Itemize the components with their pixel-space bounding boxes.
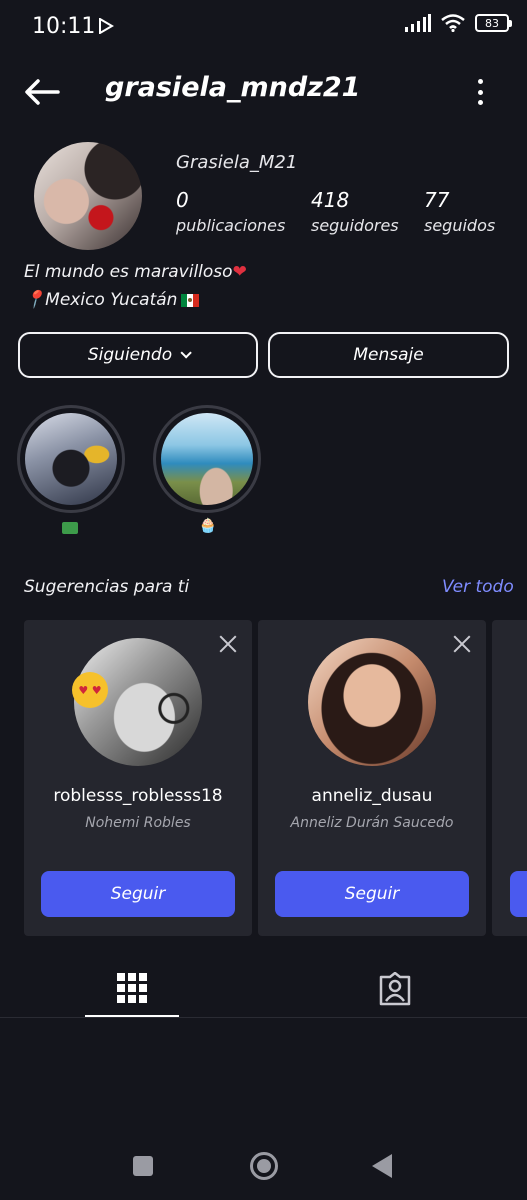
bio-line-2: 📍Mexico Yucatán <box>24 290 200 310</box>
heart-eyes-emoji-icon: ♥ ♥ <box>72 672 108 708</box>
suggestion-avatar[interactable] <box>308 638 436 766</box>
home-icon[interactable] <box>250 1152 278 1180</box>
back-icon[interactable] <box>372 1154 392 1178</box>
money-emoji: 💵 <box>62 522 78 534</box>
stat-following[interactable]: 77 seguidos <box>424 188 495 235</box>
following-button[interactable]: Siguiendo <box>18 332 258 378</box>
suggestion-username[interactable]: roblesss_roblesss18 <box>24 786 252 806</box>
mexico-flag-icon <box>181 293 200 307</box>
see-all-link[interactable]: Ver todo <box>442 577 514 597</box>
suggestion-card[interactable]: anneliz_dusau Anneliz Durán Saucedo Segu… <box>258 620 486 936</box>
stat-following-label: seguidos <box>424 216 496 235</box>
story-highlight-image <box>161 413 253 505</box>
signal-icon <box>405 14 431 32</box>
message-button[interactable]: Mensaje <box>268 332 509 378</box>
tab-tagged[interactable] <box>348 960 442 1018</box>
stat-following-value: 77 <box>424 188 450 212</box>
follow-button[interactable]: Seguir <box>275 871 469 917</box>
more-options-icon[interactable] <box>468 76 492 108</box>
story-highlight[interactable] <box>17 405 125 513</box>
back-arrow-icon[interactable] <box>22 76 62 108</box>
heart-emoji: ❤ <box>232 262 247 282</box>
close-icon[interactable] <box>218 634 238 654</box>
grid-icon <box>117 972 147 1003</box>
status-icons: 83 <box>405 14 512 32</box>
stat-posts-value: 0 <box>176 188 189 212</box>
message-button-label: Mensaje <box>353 345 424 365</box>
profile-avatar[interactable] <box>34 142 142 250</box>
suggestions-title: Sugerencias para ti <box>24 577 190 597</box>
follow-button[interactable]: Seguir <box>41 871 235 917</box>
story-highlight[interactable] <box>153 405 261 513</box>
status-time: 10:11 <box>32 14 96 39</box>
following-button-label: Siguiendo <box>87 345 173 365</box>
chevron-down-icon <box>180 347 192 359</box>
bio-location: Mexico Yucatán <box>45 290 178 310</box>
stat-followers[interactable]: 418 seguidores <box>311 188 399 235</box>
recent-apps-icon[interactable] <box>133 1156 153 1176</box>
bio-text: El mundo es maravilloso <box>24 262 233 282</box>
wifi-icon <box>441 14 465 32</box>
tab-posts-grid[interactable] <box>85 960 179 1018</box>
story-highlight-image <box>25 413 117 505</box>
bio-line-1: El mundo es maravilloso❤ <box>24 262 247 282</box>
display-name: Grasiela_M21 <box>176 152 298 173</box>
suggestion-username[interactable]: anneliz_dusau <box>258 786 486 806</box>
close-icon[interactable] <box>452 634 472 654</box>
suggestion-card-partial[interactable] <box>492 620 527 936</box>
stat-posts-label: publicaciones <box>176 216 286 235</box>
stat-followers-label: seguidores <box>311 216 399 235</box>
cupcake-emoji: 🧁 <box>199 518 217 534</box>
battery-icon: 83 <box>475 14 512 32</box>
play-store-icon <box>99 18 114 34</box>
profile-username-title: grasiela_mndz21 <box>105 72 361 103</box>
stat-followers-value: 418 <box>311 188 350 212</box>
suggestion-card[interactable]: ♥ ♥ roblesss_roblesss18 Nohemi Robles Se… <box>24 620 252 936</box>
suggestion-full-name: Anneliz Durán Saucedo <box>290 815 454 831</box>
follow-button-partial[interactable] <box>510 871 527 917</box>
suggestion-full-name: Nohemi Robles <box>85 815 191 831</box>
stat-posts: 0 publicaciones <box>176 188 285 235</box>
battery-level: 83 <box>485 16 499 30</box>
pin-emoji: 📍 <box>24 290 46 310</box>
tab-divider <box>0 1017 527 1018</box>
tagged-user-icon <box>379 972 411 1006</box>
